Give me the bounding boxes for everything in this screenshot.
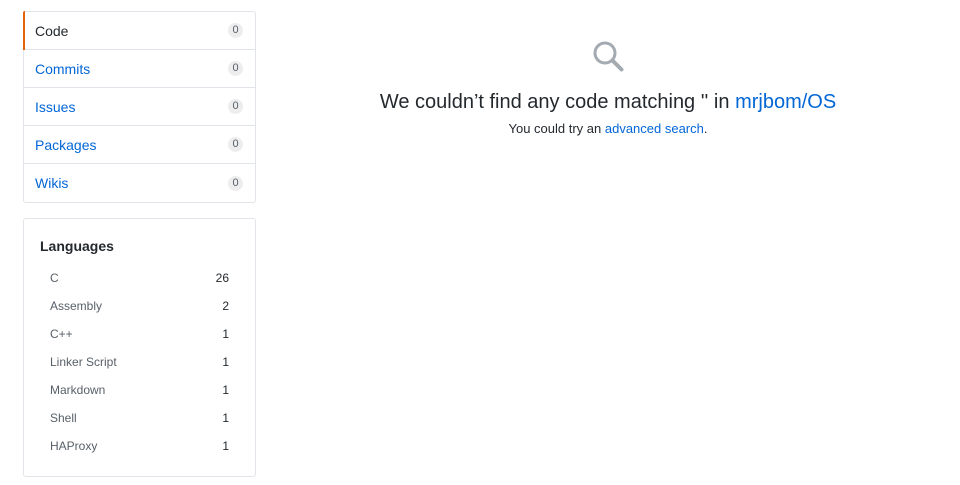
language-item-haproxy[interactable]: HAProxy 1 (24, 432, 255, 460)
language-count: 2 (222, 299, 229, 313)
no-results-title: We couldn’t find any code matching '' in… (256, 89, 960, 115)
language-item-linker-script[interactable]: Linker Script 1 (24, 348, 255, 376)
suggestion-suffix: . (703, 121, 708, 136)
menu-item-commits[interactable]: Commits 0 (24, 50, 255, 88)
languages-title: Languages (40, 238, 114, 254)
menu-item-wikis[interactable]: Wikis 0 (24, 164, 255, 202)
language-item-assembly[interactable]: Assembly 2 (24, 292, 255, 320)
advanced-search-link[interactable]: advanced search (605, 121, 704, 136)
language-count: 1 (222, 355, 229, 369)
language-name: Shell (50, 411, 77, 425)
language-count: 1 (222, 327, 229, 341)
menu-item-packages[interactable]: Packages 0 (24, 126, 255, 164)
language-count: 1 (222, 411, 229, 425)
languages-panel: Languages C 26 Assembly 2 C++ 1 Linker S… (23, 218, 256, 477)
menu-item-counter: 0 (228, 61, 243, 76)
menu-item-issues[interactable]: Issues 0 (24, 88, 255, 126)
language-item-c[interactable]: C 26 (24, 264, 255, 292)
language-count: 1 (222, 383, 229, 397)
language-name: Linker Script (50, 355, 117, 369)
language-name: C++ (50, 327, 73, 341)
repo-link[interactable]: mrjbom/OS (735, 91, 836, 113)
language-name: HAProxy (50, 439, 98, 453)
sidebar: Code 0 Commits 0 Issues 0 Packages 0 Wik… (23, 11, 256, 477)
menu-item-label: Commits (35, 60, 91, 77)
menu-item-code[interactable]: Code 0 (23, 11, 255, 50)
language-count: 26 (215, 271, 229, 285)
search-type-menu: Code 0 Commits 0 Issues 0 Packages 0 Wik… (23, 11, 256, 203)
language-item-markdown[interactable]: Markdown 1 (24, 376, 255, 404)
menu-item-counter: 0 (228, 137, 243, 152)
language-count: 1 (222, 439, 229, 453)
menu-item-label: Wikis (35, 175, 69, 191)
language-item-shell[interactable]: Shell 1 (24, 404, 255, 432)
menu-item-label: Packages (35, 136, 97, 153)
no-results-title-text: We couldn’t find any code matching '' in (379, 91, 736, 113)
language-name: C (50, 271, 59, 285)
menu-item-counter: 0 (228, 99, 243, 114)
menu-item-label: Code (35, 22, 69, 39)
menu-item-label: Issues (35, 98, 76, 115)
suggestion-text: You could try an (508, 121, 605, 136)
menu-item-counter: 0 (228, 23, 243, 38)
search-icon (592, 40, 624, 72)
languages-list: C 26 Assembly 2 C++ 1 Linker Script 1 Ma… (24, 260, 255, 460)
language-name: Assembly (50, 299, 103, 313)
language-item-cpp[interactable]: C++ 1 (24, 320, 255, 348)
menu-item-counter: 0 (228, 175, 243, 191)
no-results-suggestion: You could try an advanced search. (256, 121, 960, 136)
no-results-blankslate: We couldn’t find any code matching '' in… (256, 40, 960, 136)
language-name: Markdown (50, 383, 106, 397)
